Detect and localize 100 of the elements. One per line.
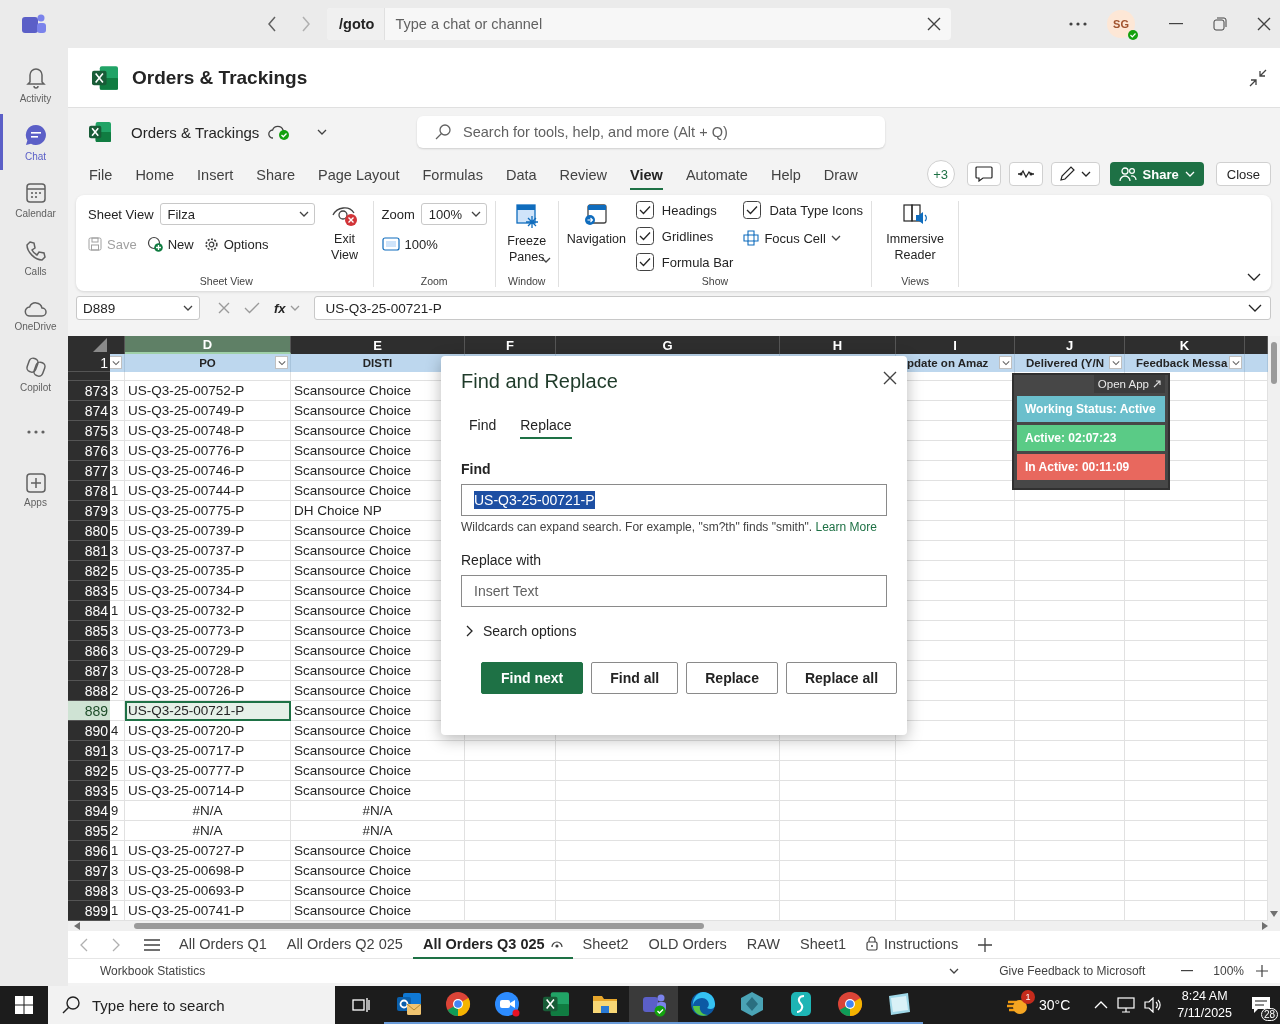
navigation-button[interactable]: Navigation — [566, 201, 626, 247]
dialog-button[interactable]: Find next — [481, 662, 584, 694]
rail-item[interactable]: Calls — [0, 230, 68, 286]
chevron-up-icon[interactable] — [1094, 1001, 1109, 1009]
menu-tab[interactable]: Review — [559, 158, 608, 190]
checkbox[interactable] — [635, 227, 654, 245]
menu-tab[interactable]: Share — [256, 158, 296, 190]
row-header[interactable]: 879 — [68, 501, 110, 521]
zoom-dropdown[interactable]: 100% — [420, 203, 487, 225]
immersive-reader-button[interactable]: Immersive Reader — [880, 201, 951, 263]
formula-field[interactable]: US-Q3-25-00721-P — [313, 296, 1271, 320]
scroll-left-icon[interactable] — [74, 922, 80, 930]
menu-tab[interactable]: Data — [505, 158, 537, 190]
freeze-panes-button[interactable]: Freeze Panes — [503, 201, 550, 263]
row-header[interactable]: 1 — [68, 354, 110, 372]
filter-button[interactable] — [1109, 356, 1122, 369]
scroll-down-icon[interactable] — [1270, 911, 1278, 917]
checkbox[interactable] — [635, 201, 654, 219]
comments-button[interactable] — [966, 162, 1001, 186]
task-view-icon[interactable] — [352, 997, 370, 1013]
close-button[interactable]: Close — [1215, 162, 1271, 186]
add-sheet-icon[interactable] — [978, 937, 993, 952]
learn-more-link[interactable]: Learn More — [815, 520, 877, 534]
rail-item[interactable]: Activity — [0, 56, 68, 112]
select-all-icon[interactable] — [93, 338, 107, 352]
network-icon[interactable] — [1117, 997, 1136, 1013]
dialog-button[interactable]: Replace all — [785, 662, 898, 694]
back-icon[interactable] — [267, 16, 277, 32]
row-header[interactable]: 890 — [68, 721, 110, 741]
tab[interactable]: Find — [469, 413, 497, 439]
menu-tab[interactable]: Help — [770, 158, 801, 190]
row-header[interactable]: 886 — [68, 641, 110, 661]
open-app-link[interactable]: Open App — [1093, 375, 1165, 393]
collaborator-count[interactable]: +3 — [926, 160, 955, 188]
clock-date[interactable]: 7/11/2025 — [1177, 1005, 1232, 1022]
maximize-icon[interactable] — [1213, 17, 1227, 31]
find-field[interactable]: US-Q3-25-00721-P — [461, 484, 887, 516]
rail-item[interactable]: Calendar — [0, 172, 68, 228]
checkbox[interactable] — [743, 201, 762, 219]
dialog-button[interactable]: Replace — [686, 662, 778, 694]
avatar[interactable]: SG — [1107, 10, 1135, 38]
focus-cell-button[interactable]: Focus Cell — [743, 227, 864, 249]
clear-icon[interactable] — [927, 17, 941, 31]
menu-tab[interactable]: Automate — [685, 158, 748, 190]
row-header[interactable]: 880 — [68, 521, 110, 541]
row-header[interactable]: 894 — [68, 801, 110, 821]
scrollbar-thumb[interactable] — [1271, 342, 1277, 384]
collapse-icon[interactable] — [1249, 68, 1267, 87]
ribbon-button[interactable]: New — [146, 233, 194, 255]
menu-tab[interactable]: Formulas — [422, 158, 483, 190]
zoom-reset-button[interactable]: 100% — [381, 233, 438, 255]
start-icon[interactable] — [15, 996, 33, 1014]
rail-item[interactable]: Copilot — [0, 346, 68, 402]
sheet-tab[interactable]: RAW — [736, 930, 791, 959]
row-header[interactable]: 883 — [68, 581, 110, 601]
share-button[interactable]: Share — [1109, 162, 1204, 186]
sheet-tab[interactable]: Instructions — [856, 930, 969, 959]
row-header[interactable]: 876 — [68, 441, 110, 461]
replace-field[interactable]: Insert Text — [461, 575, 887, 607]
row-header[interactable]: 873 — [68, 381, 110, 401]
activity-button[interactable] — [1008, 162, 1043, 186]
menu-tab[interactable]: View — [630, 158, 663, 190]
dialog-button[interactable]: Find all — [591, 662, 679, 694]
sheet-tab[interactable]: Sheet2 — [572, 930, 639, 959]
search-bar[interactable]: Type here to search — [48, 986, 335, 1024]
filter-button[interactable] — [999, 356, 1012, 369]
close-icon[interactable] — [883, 370, 897, 385]
row-header[interactable]: 884 — [68, 601, 110, 621]
row-header[interactable]: 881 — [68, 541, 110, 561]
search-bar[interactable]: Search for tools, help, and more (Alt + Q) — [417, 116, 885, 148]
search-bar[interactable]: /goto Type a chat or channel — [327, 8, 951, 40]
zoom-in-icon[interactable] — [1256, 965, 1268, 977]
menu-tab[interactable]: File — [89, 158, 113, 190]
close-icon[interactable] — [1257, 17, 1271, 31]
row-header[interactable]: 892 — [68, 761, 110, 781]
menu-icon[interactable] — [144, 938, 160, 951]
row-header[interactable]: 895 — [68, 821, 110, 841]
ribbon-button[interactable]: Options — [203, 233, 269, 255]
row-header[interactable]: 891 — [68, 741, 110, 761]
menu-tab[interactable]: Draw — [823, 158, 858, 190]
menu-tab[interactable]: Insert — [197, 158, 234, 190]
status-text[interactable]: Workbook Statistics — [100, 964, 206, 978]
row-header[interactable]: 877 — [68, 461, 110, 481]
tab[interactable]: Replace — [520, 413, 572, 439]
checkbox[interactable] — [635, 253, 654, 271]
menu-tab[interactable]: Home — [135, 158, 175, 190]
sheet-tab[interactable]: All Orders Q1 — [169, 930, 277, 959]
row-header[interactable]: 897 — [68, 861, 110, 881]
sheet-tab[interactable]: Sheet1 — [790, 930, 856, 959]
row-header[interactable]: 885 — [68, 621, 110, 641]
name-box[interactable]: D889 — [76, 296, 200, 320]
chat-search-field[interactable]: Type a chat or channel — [395, 16, 927, 32]
scroll-right-icon[interactable] — [1262, 922, 1268, 930]
column-header[interactable]: D — [125, 336, 291, 354]
sheet-tab[interactable]: OLD Orders — [638, 930, 737, 959]
rail-item[interactable]: OneDrive — [0, 288, 68, 344]
row-header[interactable]: 878 — [68, 481, 110, 501]
row-header[interactable]: 882 — [68, 561, 110, 581]
taskbar-search-field[interactable]: Type here to search — [92, 996, 335, 1014]
sheet-view-dropdown[interactable]: Filza — [159, 203, 315, 225]
